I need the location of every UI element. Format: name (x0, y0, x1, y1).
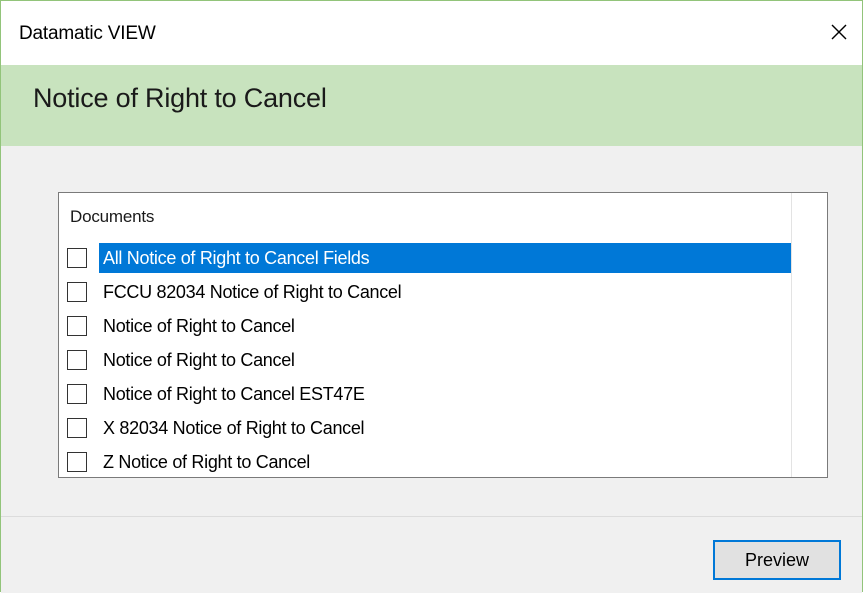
list-item[interactable]: Z Notice of Right to Cancel (67, 445, 791, 479)
document-checkbox[interactable] (67, 418, 87, 438)
document-checkbox[interactable] (67, 282, 87, 302)
list-item-label: Z Notice of Right to Cancel (103, 452, 310, 472)
documents-column-header: Documents (70, 207, 155, 226)
list-item[interactable]: X 82034 Notice of Right to Cancel (67, 411, 791, 445)
list-item-label: X 82034 Notice of Right to Cancel (103, 418, 365, 438)
window-title: Datamatic VIEW (19, 23, 156, 44)
list-item-label: Notice of Right to Cancel (103, 316, 295, 336)
document-checkbox[interactable] (67, 350, 87, 370)
dialog-window: Datamatic VIEW Notice of Right to Cancel… (0, 0, 863, 593)
documents-items: All Notice of Right to Cancel Fields FCC… (67, 241, 791, 479)
list-item-label: Notice of Right to Cancel EST47E (103, 384, 365, 404)
header-band: Notice of Right to Cancel (1, 65, 862, 146)
list-item[interactable]: All Notice of Right to Cancel Fields (67, 241, 791, 275)
list-item[interactable]: FCCU 82034 Notice of Right to Cancel (67, 275, 791, 309)
list-item[interactable]: Notice of Right to Cancel (67, 343, 791, 377)
list-item[interactable]: Notice of Right to Cancel (67, 309, 791, 343)
dialog-footer: Preview (1, 517, 862, 593)
page-title: Notice of Right to Cancel (33, 83, 327, 113)
document-checkbox[interactable] (67, 248, 87, 268)
list-item-label: Notice of Right to Cancel (103, 350, 295, 370)
list-scroll-gutter (791, 193, 827, 477)
document-checkbox[interactable] (67, 452, 87, 472)
list-item[interactable]: Notice of Right to Cancel EST47E (67, 377, 791, 411)
preview-button[interactable]: Preview (713, 540, 841, 580)
title-bar: Datamatic VIEW (1, 1, 862, 65)
list-item-label: FCCU 82034 Notice of Right to Cancel (103, 282, 402, 302)
content-area: Documents All Notice of Right to Cancel … (1, 146, 862, 516)
list-item-label: All Notice of Right to Cancel Fields (99, 243, 791, 273)
document-checkbox[interactable] (67, 384, 87, 404)
document-checkbox[interactable] (67, 316, 87, 336)
close-icon (831, 24, 847, 40)
close-button[interactable] (816, 9, 862, 55)
documents-list[interactable]: Documents All Notice of Right to Cancel … (58, 192, 828, 478)
